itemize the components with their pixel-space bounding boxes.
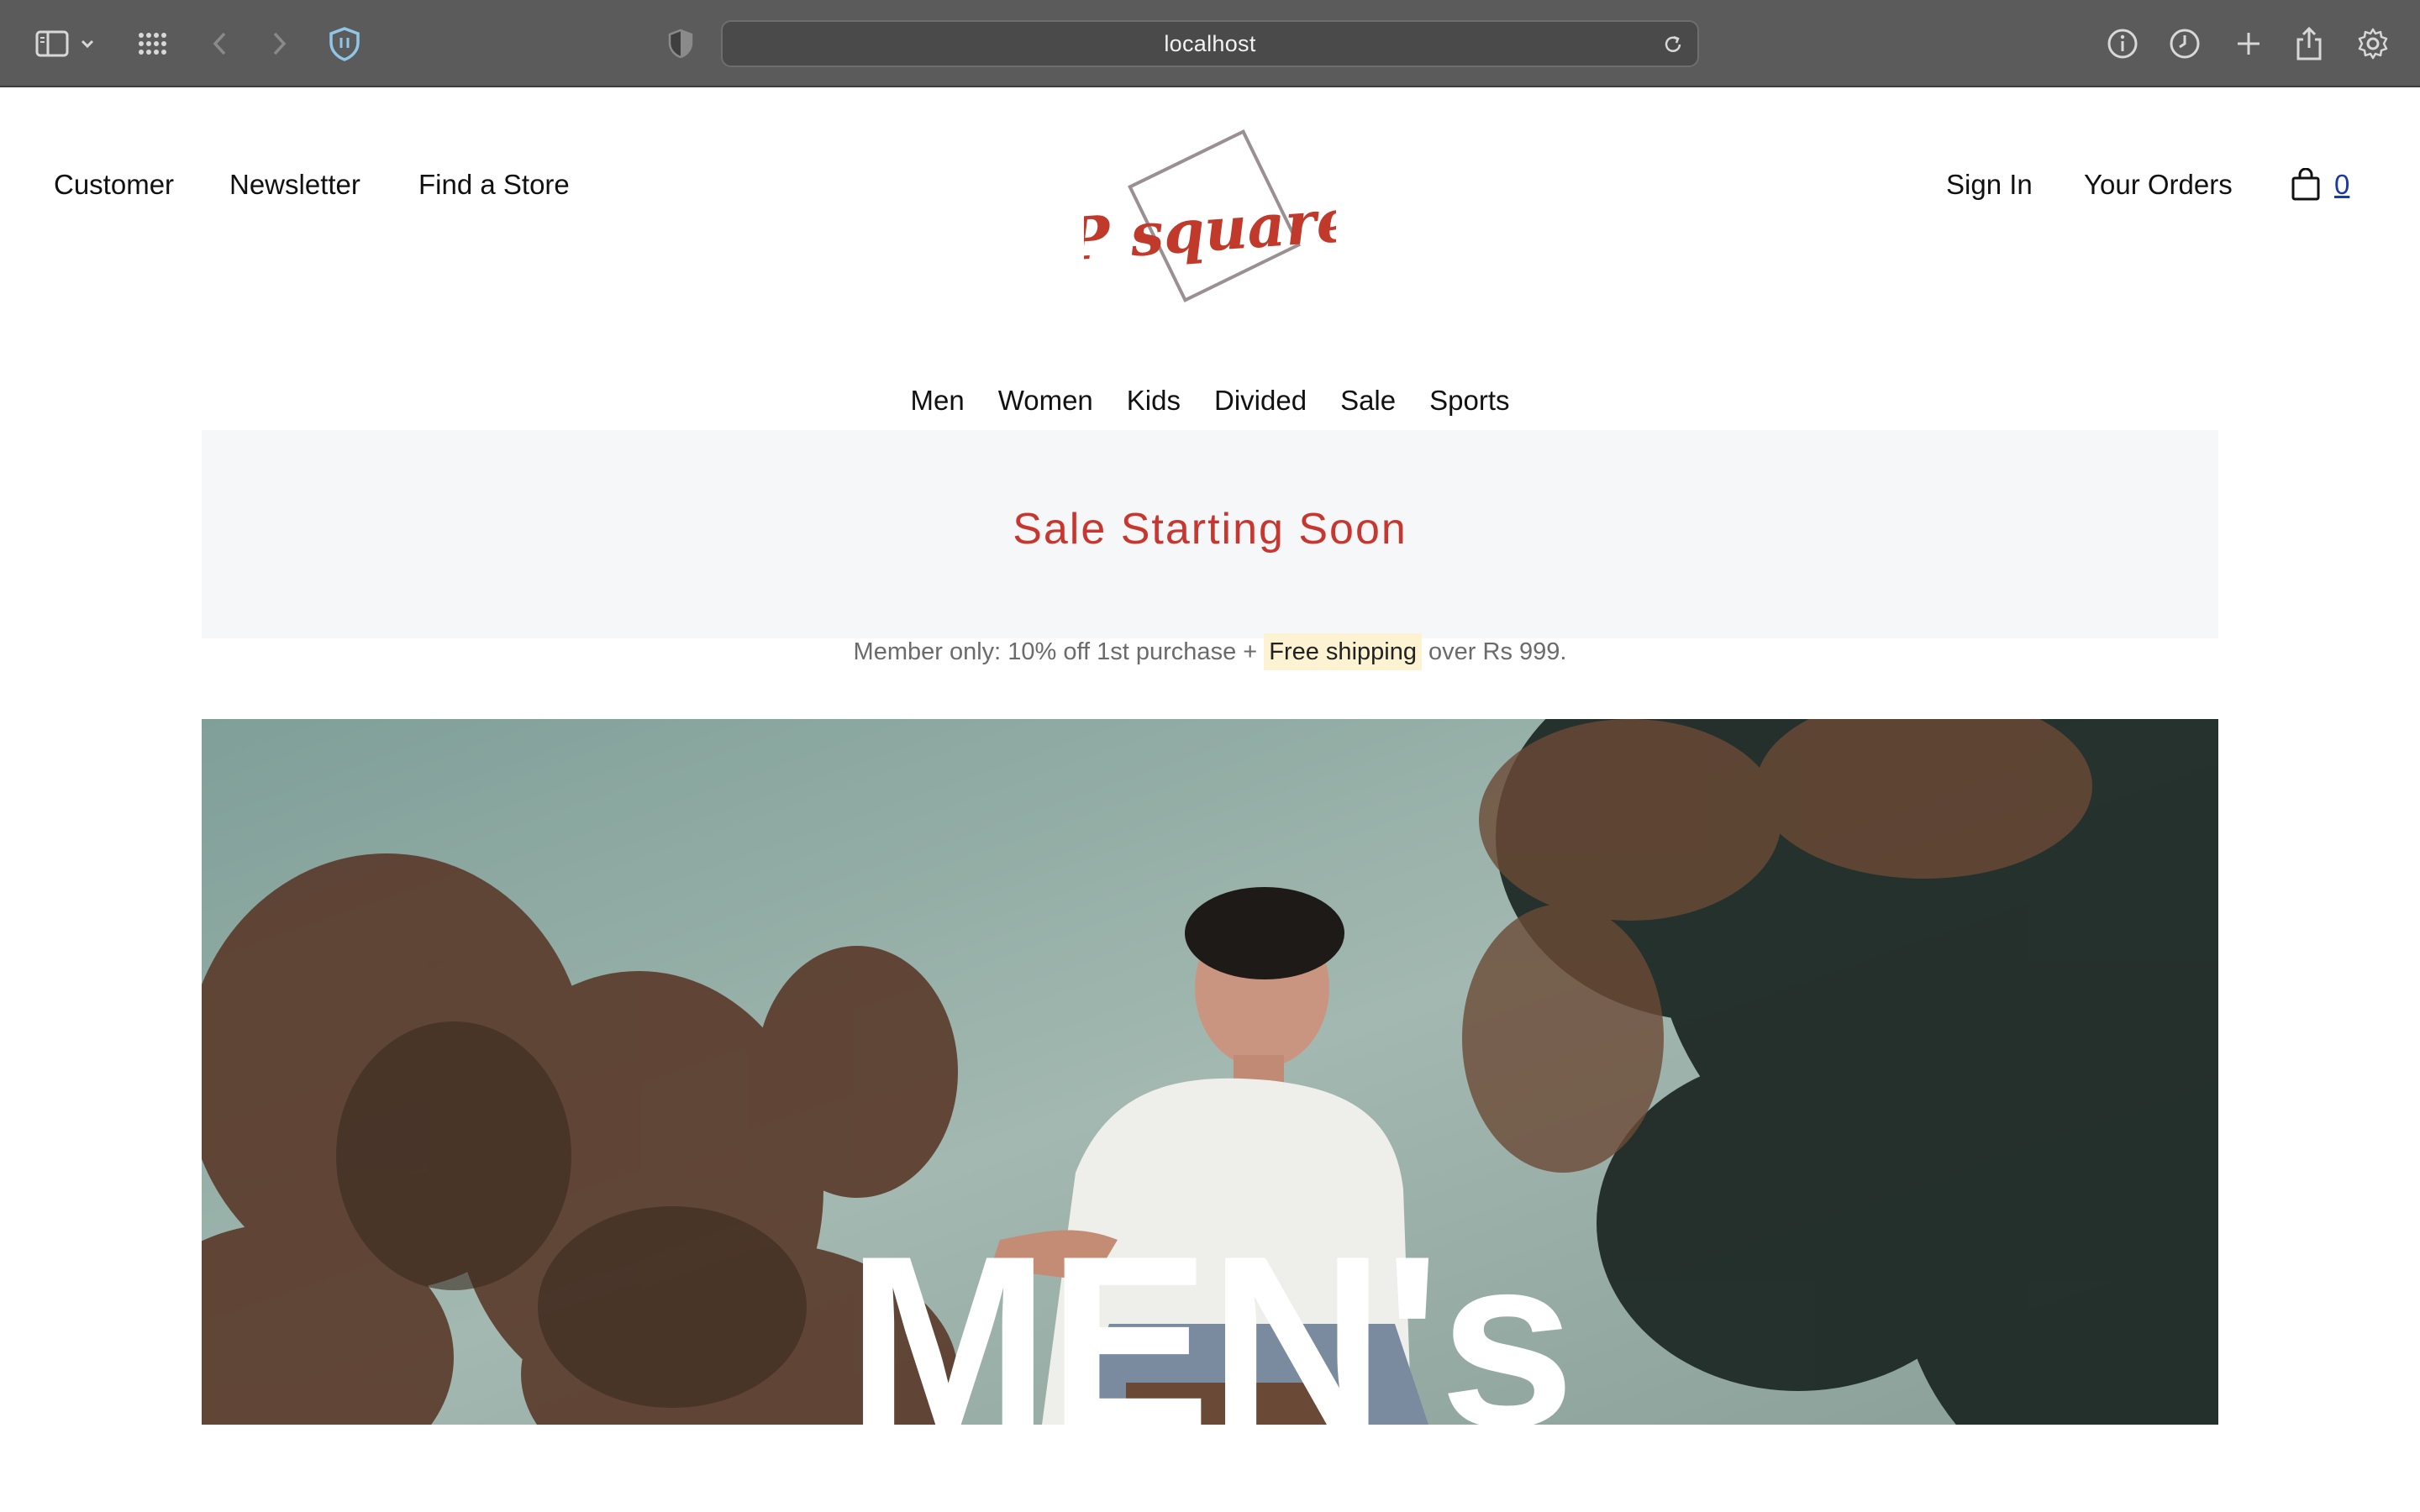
customer-link[interactable]: Customer	[54, 171, 174, 198]
newsletter-link[interactable]: Newsletter	[229, 171, 360, 198]
privacy-icon[interactable]	[660, 24, 701, 64]
address-bar[interactable]: localhost	[721, 20, 1699, 67]
grid-icon[interactable]	[133, 24, 173, 64]
forward-icon[interactable]	[259, 24, 299, 64]
shield-icon[interactable]	[324, 24, 365, 64]
category-nav: Men Women Kids Divided Sale Sports	[0, 386, 2420, 414]
hero-title: MEN's	[846, 1205, 1576, 1425]
sign-in-link[interactable]: Sign In	[1946, 171, 2033, 198]
chevron-down-icon[interactable]	[77, 24, 97, 64]
nav-sale[interactable]: Sale	[1340, 386, 1396, 414]
reload-icon[interactable]	[1660, 32, 1686, 57]
plus-icon[interactable]	[2228, 24, 2269, 64]
url-text: localhost	[1164, 30, 1256, 56]
browser-toolbar: localhost	[0, 0, 2420, 87]
nav-kids[interactable]: Kids	[1127, 386, 1181, 414]
sale-banner: Sale Starting Soon	[202, 430, 2218, 638]
cart-count[interactable]: 0	[2334, 171, 2349, 198]
nav-men[interactable]: Men	[910, 386, 964, 414]
find-a-store-link[interactable]: Find a Store	[418, 171, 570, 198]
sale-subtitle-line: Member only: 10% off 1st purchase + Free…	[202, 633, 2218, 670]
shopping-bag-icon[interactable]	[2289, 167, 2329, 205]
nav-women[interactable]: Women	[998, 386, 1093, 414]
share-icon[interactable]	[2289, 24, 2329, 64]
info-icon[interactable]	[2102, 24, 2143, 64]
back-icon[interactable]	[200, 24, 240, 64]
sale-sub-after: over Rs 999.	[1421, 638, 1567, 665]
free-shipping-highlight: Free shipping	[1264, 633, 1422, 670]
sale-sub-before: Member only: 10% off 1st purchase +	[853, 638, 1265, 665]
nav-sports[interactable]: Sports	[1429, 386, 1509, 414]
hero-banner[interactable]: MEN's	[202, 719, 2218, 1425]
brand-logo[interactable]: P square	[1062, 118, 1356, 302]
nav-divided[interactable]: Divided	[1214, 386, 1307, 414]
gear-icon[interactable]	[2353, 24, 2393, 64]
brand-logo-text: P square	[1084, 185, 1336, 275]
sidebar-icon[interactable]	[32, 24, 72, 64]
your-orders-link[interactable]: Your Orders	[2084, 171, 2233, 198]
sale-title: Sale Starting Soon	[1013, 505, 1407, 554]
history-icon[interactable]	[2165, 24, 2205, 64]
